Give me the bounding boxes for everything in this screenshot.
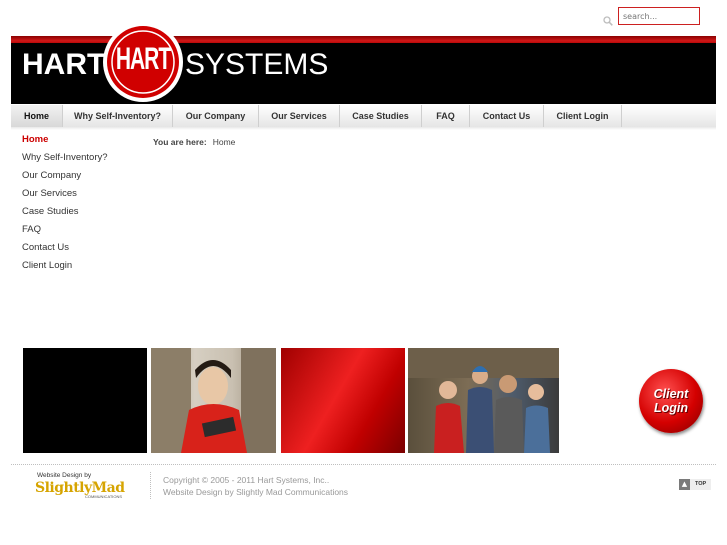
arrow-up-icon: ▲ <box>679 478 690 490</box>
top-label: TOP <box>690 478 712 490</box>
warehouse-team-photo <box>408 348 559 453</box>
main-nav: Home Why Self-Inventory? Our Company Our… <box>11 105 716 128</box>
sidebar-item-faq[interactable]: FAQ <box>22 223 108 241</box>
client-login-line2: Login <box>653 401 688 415</box>
sm-logo-small-text: Website Design by <box>37 472 92 479</box>
breadcrumb-current: Home <box>212 137 236 147</box>
sidebar-item-home[interactable]: Home <box>22 133 108 151</box>
logo-seal-text: HART <box>115 42 171 77</box>
sidebar-item-our-services[interactable]: Our Services <box>22 187 108 205</box>
nav-faq[interactable]: FAQ <box>422 105 470 127</box>
promo-tile-black <box>23 348 147 453</box>
nav-why-self-inventory[interactable]: Why Self-Inventory? <box>63 105 173 127</box>
nav-case-studies[interactable]: Case Studies <box>340 105 422 127</box>
nav-client-login[interactable]: Client Login <box>544 105 622 127</box>
search-area <box>603 7 700 26</box>
breadcrumb: You are here: Home <box>153 137 235 147</box>
client-login-line1: Client <box>653 387 689 401</box>
breadcrumb-label: You are here: <box>153 137 207 147</box>
sidebar-item-case-studies[interactable]: Case Studies <box>22 205 108 223</box>
footer-text: Copyright © 2005 - 2011 Hart Systems, In… <box>163 474 348 498</box>
logo-hart-text: HART <box>22 48 106 81</box>
warehouse-worker-photo <box>151 348 276 453</box>
sm-logo-sub-text: COMMUNICATIONS <box>85 494 123 499</box>
footer-vertical-divider <box>150 472 151 499</box>
sidebar-item-why-self-inventory[interactable]: Why Self-Inventory? <box>22 151 108 169</box>
nav-shadow <box>11 127 716 130</box>
sidebar-item-client-login[interactable]: Client Login <box>22 259 108 277</box>
back-to-top-button[interactable]: ▲ TOP <box>679 478 712 490</box>
slightly-mad-logo[interactable]: Website Design by SlightlyMad COMMUNICAT… <box>35 472 130 502</box>
client-login-badge[interactable]: Client Login <box>639 369 703 433</box>
nav-contact-us[interactable]: Contact Us <box>470 105 544 127</box>
search-icon[interactable] <box>603 11 613 26</box>
nav-our-services[interactable]: Our Services <box>259 105 340 127</box>
footer-copyright: Copyright © 2005 - 2011 Hart Systems, In… <box>163 475 330 485</box>
promo-tile-red <box>281 348 405 453</box>
logo-systems-text: SYSTEMS <box>185 48 329 81</box>
footer-design-credit[interactable]: Website Design by Slightly Mad Communica… <box>163 486 348 498</box>
search-input[interactable] <box>618 7 700 25</box>
sidebar-item-our-company[interactable]: Our Company <box>22 169 108 187</box>
sidebar-item-contact-us[interactable]: Contact Us <box>22 241 108 259</box>
footer-divider <box>11 464 716 465</box>
nav-our-company[interactable]: Our Company <box>173 105 259 127</box>
sidebar-menu: Home Why Self-Inventory? Our Company Our… <box>22 133 108 277</box>
nav-home[interactable]: Home <box>11 105 63 127</box>
